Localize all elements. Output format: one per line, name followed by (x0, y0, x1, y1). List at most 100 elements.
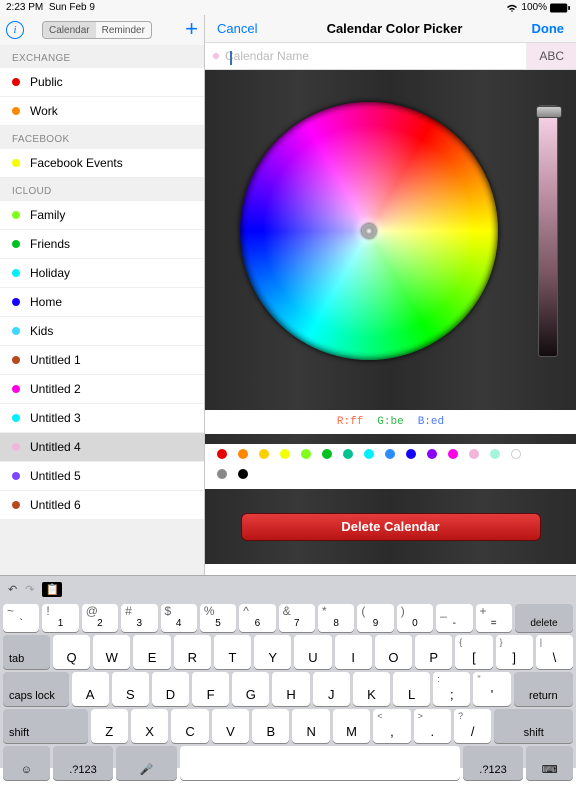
key[interactable]: H (272, 672, 309, 706)
key[interactable]: += (476, 604, 512, 632)
key[interactable] (180, 746, 460, 780)
key[interactable]: caps lock (3, 672, 69, 706)
key[interactable]: M (333, 709, 370, 743)
key[interactable]: :; (433, 672, 470, 706)
sidebar-item[interactable]: Holiday (0, 259, 204, 288)
swatch[interactable] (343, 449, 353, 459)
swatch[interactable] (385, 449, 395, 459)
swatch[interactable] (217, 469, 227, 479)
sidebar-item[interactable]: Untitled 2 (0, 375, 204, 404)
key[interactable]: _- (436, 604, 472, 632)
clipboard-icon[interactable]: 📋 (42, 582, 62, 597)
key[interactable]: G (232, 672, 269, 706)
key[interactable]: <, (373, 709, 410, 743)
swatch[interactable] (238, 469, 248, 479)
swatch[interactable] (322, 449, 332, 459)
swatch[interactable] (238, 449, 248, 459)
sidebar-item[interactable]: Family (0, 201, 204, 230)
key[interactable]: &7 (279, 604, 315, 632)
key[interactable]: W (93, 635, 130, 669)
key[interactable]: shift (3, 709, 88, 743)
key[interactable]: return (514, 672, 574, 706)
key[interactable]: ~` (3, 604, 39, 632)
key[interactable]: "' (473, 672, 510, 706)
key[interactable]: I (335, 635, 372, 669)
swatch[interactable] (490, 449, 500, 459)
abc-button[interactable]: ABC (526, 43, 576, 69)
sidebar-item[interactable]: Work (0, 97, 204, 126)
sidebar-item[interactable]: Facebook Events (0, 149, 204, 178)
key[interactable]: @2 (82, 604, 118, 632)
key[interactable]: A (72, 672, 109, 706)
key[interactable]: Z (91, 709, 128, 743)
info-button[interactable]: i (6, 21, 24, 39)
mic-key[interactable]: 🎤 (116, 746, 177, 780)
wheel-handle[interactable] (362, 224, 376, 238)
key[interactable]: C (171, 709, 208, 743)
tab-calendar[interactable]: Calendar (43, 22, 96, 38)
key[interactable]: .?123 (463, 746, 524, 780)
key[interactable]: E (133, 635, 170, 669)
key[interactable]: (9 (357, 604, 393, 632)
mode-segmented[interactable]: Calendar Reminder (42, 21, 152, 39)
key[interactable]: T (214, 635, 251, 669)
hide-keyboard-key[interactable]: ⌨ (526, 746, 573, 780)
calendar-name-input[interactable] (225, 43, 526, 69)
key[interactable]: |\ (536, 635, 573, 669)
sidebar-item[interactable]: Untitled 6 (0, 491, 204, 520)
sidebar-item[interactable]: Public (0, 68, 204, 97)
undo-icon[interactable]: ↶ (8, 583, 17, 596)
key[interactable]: tab (3, 635, 50, 669)
key[interactable]: U (294, 635, 331, 669)
key[interactable]: X (131, 709, 168, 743)
brightness-handle[interactable] (536, 106, 562, 118)
key[interactable]: >. (414, 709, 451, 743)
key[interactable]: )0 (397, 604, 433, 632)
key[interactable]: V (212, 709, 249, 743)
swatch[interactable] (469, 449, 479, 459)
swatch[interactable] (217, 449, 227, 459)
key[interactable]: D (152, 672, 189, 706)
color-wheel[interactable] (240, 102, 498, 360)
sidebar-item[interactable]: Kids (0, 317, 204, 346)
sidebar-item[interactable]: Untitled 1 (0, 346, 204, 375)
key[interactable]: !1 (42, 604, 78, 632)
key[interactable]: N (292, 709, 329, 743)
tab-reminder[interactable]: Reminder (96, 22, 151, 38)
key[interactable]: L (393, 672, 430, 706)
key[interactable]: shift (494, 709, 573, 743)
emoji-key[interactable]: ☺ (3, 746, 50, 780)
brightness-slider[interactable] (538, 105, 558, 357)
key[interactable]: K (353, 672, 390, 706)
key[interactable]: ^6 (239, 604, 275, 632)
key[interactable]: ?/ (454, 709, 491, 743)
key[interactable]: Y (254, 635, 291, 669)
key[interactable]: R (174, 635, 211, 669)
key[interactable]: F (192, 672, 229, 706)
key[interactable]: delete (515, 604, 573, 632)
swatch[interactable] (280, 449, 290, 459)
swatch[interactable] (259, 449, 269, 459)
key[interactable]: Q (53, 635, 90, 669)
done-button[interactable]: Done (531, 21, 564, 36)
key[interactable]: {[ (455, 635, 492, 669)
key[interactable]: B (252, 709, 289, 743)
key[interactable]: .?123 (53, 746, 114, 780)
key[interactable]: $4 (161, 604, 197, 632)
cancel-button[interactable]: Cancel (217, 21, 257, 36)
key[interactable]: P (415, 635, 452, 669)
add-button[interactable]: + (185, 16, 198, 45)
key[interactable]: %5 (200, 604, 236, 632)
swatch[interactable] (406, 449, 416, 459)
key[interactable]: *8 (318, 604, 354, 632)
sidebar-item[interactable]: Friends (0, 230, 204, 259)
key[interactable]: O (375, 635, 412, 669)
swatch[interactable] (448, 449, 458, 459)
swatch[interactable] (511, 449, 521, 459)
key[interactable]: #3 (121, 604, 157, 632)
sidebar-item[interactable]: Home (0, 288, 204, 317)
sidebar-item[interactable]: Untitled 3 (0, 404, 204, 433)
keyboard[interactable]: ↶ ↷ 📋 ~`!1@2#3$4%5^6&7*8(9)0_-+=deleteta… (0, 576, 576, 768)
key[interactable]: S (112, 672, 149, 706)
swatch[interactable] (301, 449, 311, 459)
